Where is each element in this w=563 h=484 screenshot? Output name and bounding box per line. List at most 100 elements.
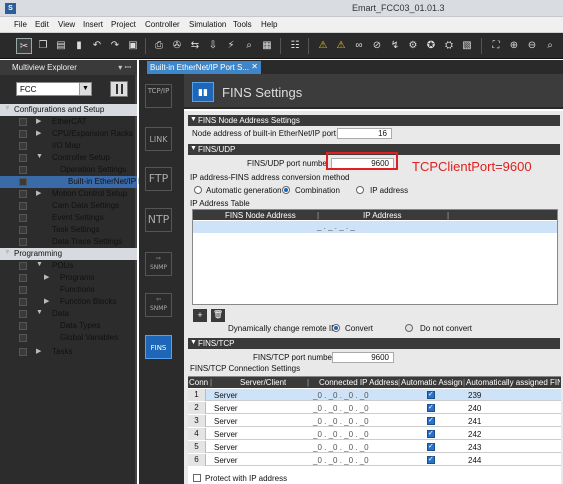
ip-address-cell[interactable]: _ . _ . _ . _: [317, 222, 355, 231]
menu-file[interactable]: File: [14, 20, 27, 29]
sidebar-item[interactable]: I/O Map: [0, 140, 137, 152]
collapse-icon[interactable]: ▼: [190, 145, 197, 152]
sidebar-item[interactable]: Cam Data Settings: [0, 200, 137, 212]
connected-ip-cell[interactable]: _0 . _0 . _0 . _0: [313, 430, 369, 439]
expand-toggle-icon[interactable]: ▶: [36, 347, 41, 355]
expand-toggle-icon[interactable]: ▼: [36, 261, 43, 268]
force-on-icon[interactable]: ⚠: [333, 38, 349, 54]
server-client-cell[interactable]: Server: [214, 430, 238, 439]
auto-assign-checkbox[interactable]: [427, 403, 435, 412]
sidebar-item[interactable]: ▶ CPU/Expansion Racks: [0, 128, 137, 140]
step-icon[interactable]: ↯: [387, 38, 403, 54]
zoom-icon[interactable]: ⌕: [542, 38, 558, 54]
connected-ip-cell[interactable]: _0 . _0 . _0 . _0: [313, 443, 369, 452]
fit-icon[interactable]: ⛶: [488, 38, 504, 54]
sidebar-item[interactable]: ▶ Programs: [0, 272, 137, 284]
simulate-icon[interactable]: ⛭: [441, 38, 457, 54]
radio-ip-address[interactable]: [356, 186, 364, 194]
server-client-cell[interactable]: Server: [214, 391, 238, 400]
ntp-icon[interactable]: NTP: [145, 208, 172, 232]
connected-ip-cell[interactable]: _0 . _0 . _0 . _0: [313, 456, 369, 465]
expand-toggle-icon[interactable]: ▶: [44, 273, 49, 281]
sidebar-item[interactable]: ▼ Programming: [0, 248, 137, 260]
tab-builtin-ethernet[interactable]: Built-in EtherNet/IP Port S... ✕: [147, 61, 261, 74]
menu-simulation[interactable]: Simulation: [189, 20, 226, 29]
set-icon[interactable]: ∞: [351, 38, 367, 54]
menu-edit[interactable]: Edit: [35, 20, 49, 29]
sidebar-item[interactable]: ▼ Configurations and Setup: [0, 104, 137, 116]
sidebar-item[interactable]: Built-in EtherNet/IP P: [0, 176, 143, 188]
warning-icon[interactable]: ⚠: [315, 38, 331, 54]
server-client-cell[interactable]: Server: [214, 456, 238, 465]
expand-toggle-icon[interactable]: ▶: [36, 117, 41, 125]
link-icon[interactable]: LINK: [145, 127, 172, 151]
ip-table-row[interactable]: _ . _ . _ . _: [193, 221, 557, 233]
expand-toggle-icon[interactable]: ▶: [44, 297, 49, 305]
sidebar-item[interactable]: ▶ Function Blocks: [0, 296, 137, 308]
expand-toggle-icon[interactable]: ▼: [4, 105, 11, 112]
sidebar-item[interactable]: Data Trace Settings: [0, 236, 137, 248]
auto-assign-checkbox[interactable]: [427, 416, 435, 425]
sidebar-item[interactable]: ▶ Motion Control Setup: [0, 188, 137, 200]
radio-do-not-convert[interactable]: [405, 324, 413, 332]
sidebar-item[interactable]: Functions: [0, 284, 137, 296]
stop-icon[interactable]: ▧: [459, 38, 475, 54]
expand-toggle-icon[interactable]: ▼: [36, 309, 43, 316]
section-fins-tcp[interactable]: ▼ FINS/TCP: [188, 338, 560, 349]
undo-icon[interactable]: ↶: [89, 38, 105, 54]
server-client-cell[interactable]: Server: [214, 417, 238, 426]
auto-assign-checkbox[interactable]: [427, 455, 435, 464]
settings-icon[interactable]: ✪: [423, 38, 439, 54]
run-icon[interactable]: ⚙: [405, 38, 421, 54]
monitor-icon[interactable]: ☷: [287, 38, 303, 54]
online-icon[interactable]: ⚡: [223, 38, 239, 54]
collapse-icon[interactable]: ▼: [190, 116, 197, 123]
table-row[interactable]: 5 Server _0 . _0 . _0 . _0 243: [188, 441, 561, 453]
menu-help[interactable]: Help: [261, 20, 277, 29]
menu-insert[interactable]: Insert: [83, 20, 103, 29]
zoom-out-icon[interactable]: ⊖: [524, 38, 540, 54]
node-address-field[interactable]: 16: [337, 128, 392, 139]
menu-controller[interactable]: Controller: [145, 20, 180, 29]
close-icon[interactable]: ✕: [251, 62, 258, 71]
sidebar-item[interactable]: ▶ Tasks: [0, 346, 137, 358]
menu-tools[interactable]: Tools: [233, 20, 252, 29]
chevron-down-icon[interactable]: ▼: [79, 83, 91, 95]
add-button[interactable]: +: [193, 309, 207, 322]
sidebar-item[interactable]: ▼ POUs: [0, 260, 137, 272]
expand-toggle-icon[interactable]: ▶: [36, 129, 41, 137]
sidebar-item[interactable]: Data Types: [0, 320, 137, 332]
copy-icon[interactable]: ❐: [35, 38, 51, 54]
tcp-port-field[interactable]: 9600: [332, 352, 394, 363]
sidebar-item[interactable]: ▼ Data: [0, 308, 137, 320]
sidebar-item[interactable]: Event Settings: [0, 212, 137, 224]
table-row[interactable]: 2 Server _0 . _0 . _0 . _0 240: [188, 402, 561, 414]
transfer-icon[interactable]: ⇩: [205, 38, 221, 54]
sidebar-item[interactable]: ▼ Controller Setup: [0, 152, 137, 164]
sidebar-item[interactable]: Global Variables: [0, 332, 137, 344]
table-row[interactable]: 3 Server _0 . _0 . _0 . _0 241: [188, 415, 561, 427]
ftp-icon[interactable]: FTP: [145, 167, 172, 191]
print-icon[interactable]: ⎙: [151, 38, 167, 54]
auto-assign-checkbox[interactable]: [427, 390, 435, 399]
radio-automatic-generation[interactable]: [194, 186, 202, 194]
sidebar-item[interactable]: Task Settings: [0, 224, 137, 236]
protect-ip-checkbox[interactable]: [193, 474, 201, 482]
window-icon[interactable]: ▦: [259, 38, 275, 54]
menu-view[interactable]: View: [58, 20, 75, 29]
zoom-in-icon[interactable]: ⊕: [506, 38, 522, 54]
compare-icon[interactable]: ⇆: [187, 38, 203, 54]
delete-row-icon[interactable]: 🗑: [211, 309, 225, 322]
expand-toggle-icon[interactable]: ▶: [36, 189, 41, 197]
connected-ip-cell[interactable]: _0 . _0 . _0 . _0: [313, 417, 369, 426]
table-row[interactable]: 1 Server _0 . _0 . _0 . _0 239: [188, 389, 561, 401]
snmp-trap-icon[interactable]: ⇦ SNMP: [145, 293, 172, 317]
server-client-cell[interactable]: Server: [214, 443, 238, 452]
fins-icon[interactable]: FINS: [145, 335, 172, 359]
connected-ip-cell[interactable]: _0 . _0 . _0 . _0: [313, 391, 369, 400]
snmp-icon[interactable]: ⇨ SNMP: [145, 252, 172, 276]
delete-icon[interactable]: ▮: [71, 38, 87, 54]
build-icon[interactable]: ✇: [169, 38, 185, 54]
table-row[interactable]: 6 Server _0 . _0 . _0 . _0 244: [188, 454, 561, 466]
auto-assign-checkbox[interactable]: [427, 429, 435, 438]
